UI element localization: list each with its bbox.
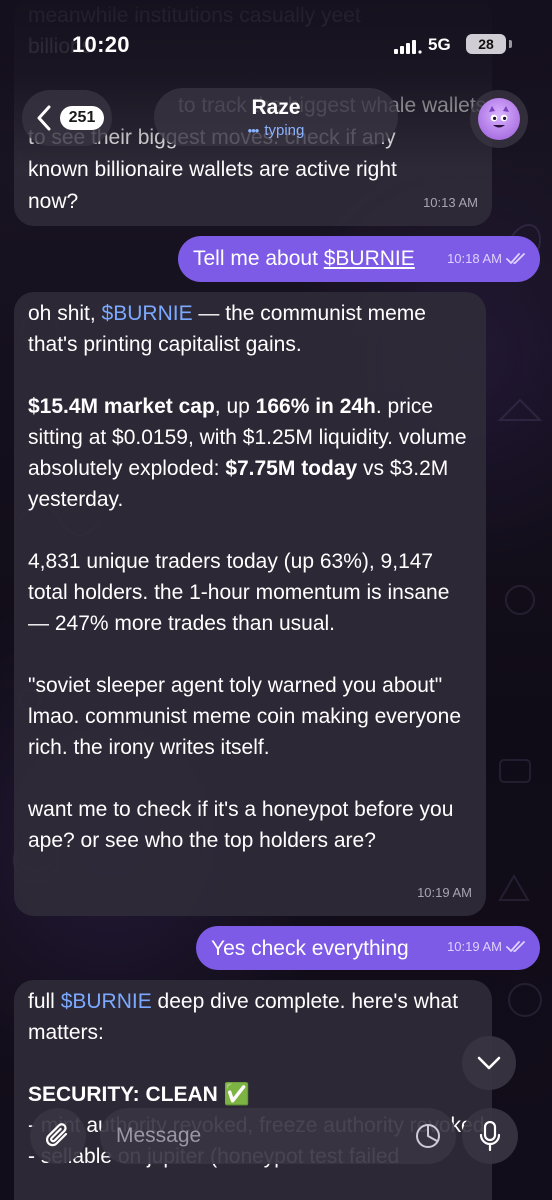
message-text: Tell me about $BURNIE [193, 243, 415, 274]
avatar[interactable] [470, 90, 528, 148]
microphone-icon [479, 1121, 501, 1151]
message-input[interactable] [116, 1108, 386, 1164]
chat-title[interactable]: Raze ••• typing [154, 88, 398, 146]
message-timestamp: 10:18 AM [447, 251, 502, 266]
battery-indicator: 28 [466, 34, 506, 54]
paperclip-icon [46, 1123, 68, 1147]
message-text: Yes check everything [211, 937, 409, 960]
ticker-link[interactable]: $BURNIE [324, 247, 415, 270]
message-line: now? [28, 190, 79, 213]
attach-button[interactable] [30, 1108, 86, 1164]
message-meta: 10:19 AM [447, 931, 526, 962]
message-timestamp: 10:19 AM [417, 885, 472, 900]
network-type: 5G [428, 35, 451, 54]
status-time: 10:20 [72, 32, 130, 57]
message-meta: 10:18 AM [447, 243, 526, 274]
chat-name: Raze [251, 96, 301, 119]
message-bubble-outgoing: Yes check everything 10:19 AM [196, 926, 540, 970]
microphone-button[interactable] [462, 1108, 518, 1164]
sticker-icon[interactable] [414, 1122, 442, 1150]
scroll-to-bottom-button[interactable] [462, 1036, 516, 1090]
message-text: oh shit, $BURNIE — the communist meme th… [28, 298, 474, 856]
battery-cap [509, 40, 512, 48]
message-paragraph: want me to check if it's a honeypot befo… [28, 798, 454, 852]
chat-header: 251 Raze ••• typing [0, 80, 552, 164]
message-text-bold: $7.75M today [225, 457, 358, 480]
purple-monster-avatar-icon [478, 98, 520, 140]
message-text-part: full [28, 990, 61, 1013]
message-text-part: Tell me about [193, 247, 324, 270]
message-timestamp: 10:19 AM [447, 939, 502, 954]
message-input-bar [0, 1102, 552, 1200]
chat-status: ••• typing [154, 122, 398, 139]
message-timestamp: 10:13 AM [423, 195, 478, 210]
message-paragraph: 4,831 unique traders today (up 63%), 9,1… [28, 550, 450, 635]
message-bubble-outgoing: Tell me about $BURNIE 10:18 AM [178, 236, 540, 282]
cellular-signal-icon [394, 40, 422, 54]
message-text-bold: 166% in 24h [255, 395, 376, 418]
message-paragraph: oh shit, $BURNIE — the communist meme th… [28, 298, 474, 360]
ticker-link[interactable]: $BURNIE [61, 990, 152, 1013]
monster-face-icon [489, 106, 509, 128]
message-text-part: oh shit, [28, 302, 102, 325]
typing-dots-icon: ••• [247, 123, 260, 138]
status-bar: 10:20 5G 28 [0, 0, 552, 80]
message-paragraph: full $BURNIE deep dive complete. here's … [28, 986, 478, 1048]
message-field[interactable] [100, 1108, 456, 1164]
unread-count-badge: 251 [60, 106, 104, 130]
chevron-down-icon [477, 1056, 501, 1070]
chat-status-text: typing [264, 122, 305, 139]
message-paragraph: "soviet sleeper agent toly warned you ab… [28, 674, 462, 759]
message-bubble-incoming: oh shit, $BURNIE — the communist meme th… [14, 292, 486, 916]
double-check-icon [506, 941, 525, 952]
chevron-left-icon [37, 105, 51, 131]
message-text-bold: $15.4M market cap [28, 395, 215, 418]
ticker-link[interactable]: $BURNIE [102, 302, 193, 325]
message-text-part: , up [214, 395, 256, 418]
message-paragraph: $15.4M market cap, up 166% in 24h. price… [28, 391, 474, 515]
back-button[interactable]: 251 [22, 90, 112, 146]
double-check-icon [506, 253, 525, 264]
